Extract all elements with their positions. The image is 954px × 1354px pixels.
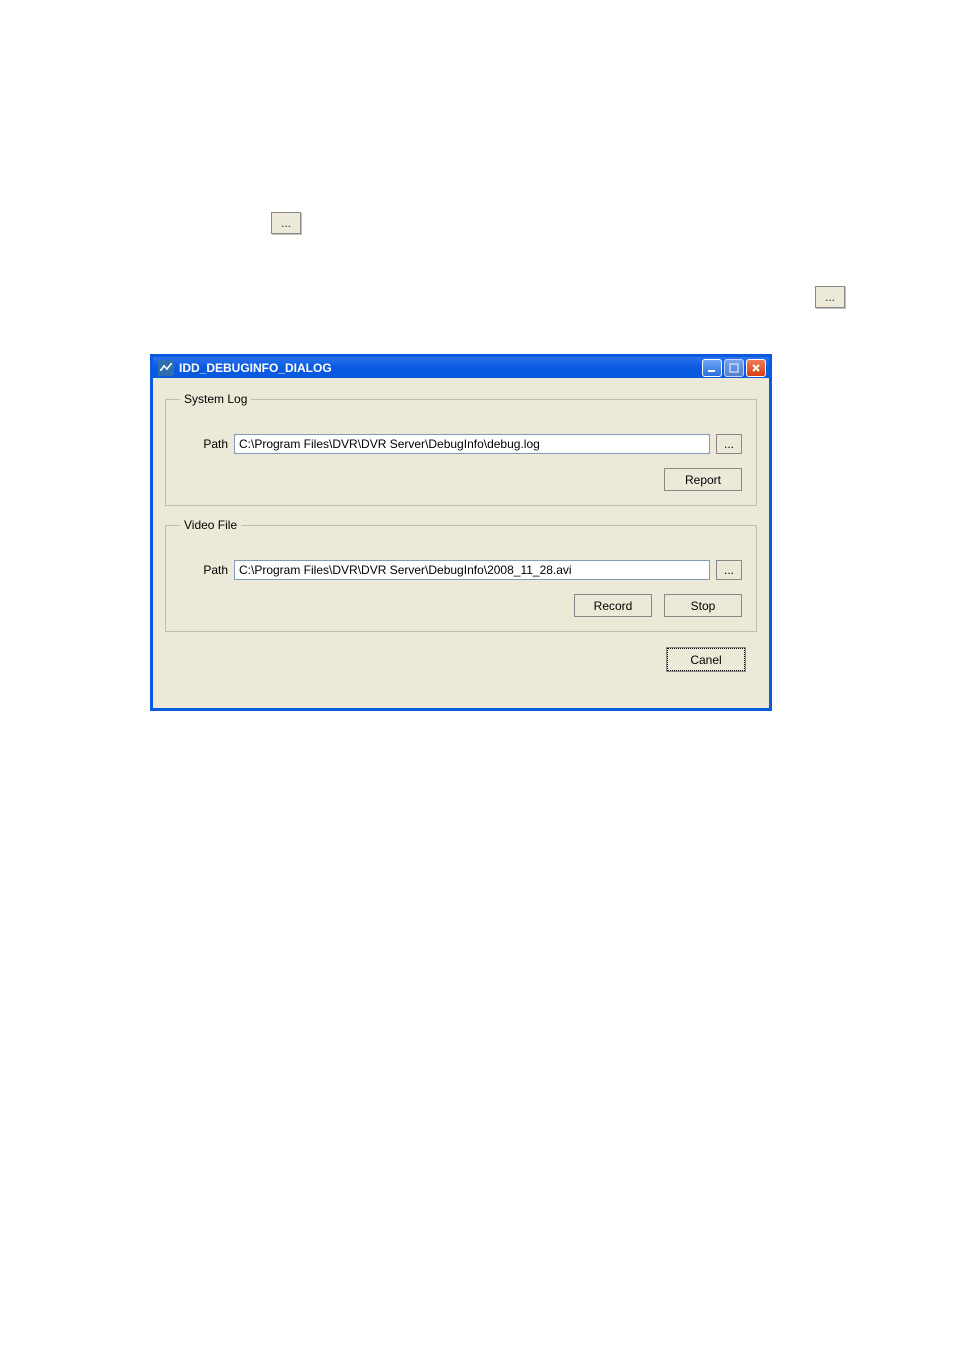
video-file-group: Video File Path ... Record Stop [165,518,757,632]
video-file-path-row: Path ... [180,560,742,580]
stray-browse-button-2[interactable]: ... [815,286,845,308]
video-file-browse-button[interactable]: ... [716,560,742,580]
report-button[interactable]: Report [664,468,742,491]
dialog-footer: Canel [165,644,757,671]
app-icon [158,360,174,376]
system-log-button-row: Report [180,468,742,491]
maximize-button [724,359,744,377]
system-log-group: System Log Path ... Report [165,392,757,506]
video-file-button-row: Record Stop [180,594,742,617]
video-file-path-label: Path [180,563,228,577]
stop-button[interactable]: Stop [664,594,742,617]
close-button[interactable] [746,359,766,377]
stray-browse-button-1[interactable]: ... [271,212,301,234]
minimize-button[interactable] [702,359,722,377]
titlebar[interactable]: IDD_DEBUGINFO_DIALOG [150,354,772,378]
system-log-path-row: Path ... [180,434,742,454]
system-log-legend: System Log [180,392,251,406]
cancel-button[interactable]: Canel [667,648,745,671]
record-button[interactable]: Record [574,594,652,617]
system-log-browse-button[interactable]: ... [716,434,742,454]
video-file-legend: Video File [180,518,241,532]
system-log-path-label: Path [180,437,228,451]
system-log-path-input[interactable] [234,434,710,454]
window-title: IDD_DEBUGINFO_DIALOG [179,361,702,375]
dialog-client-area: System Log Path ... Report Video File Pa… [153,378,769,681]
window-controls [702,359,766,377]
video-file-path-input[interactable] [234,560,710,580]
debuginfo-dialog: IDD_DEBUGINFO_DIALOG System Log Path .. [150,354,772,711]
